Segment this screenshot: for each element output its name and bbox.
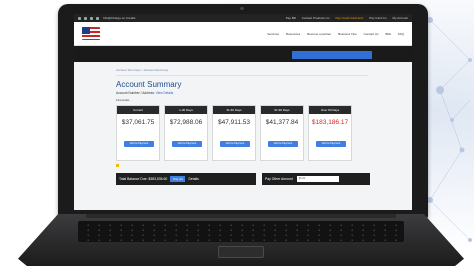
aging-card-61-90: 61-90 Days $41,377.84 Add to Payment [260, 105, 304, 161]
nav-item-resources[interactable]: Resources [286, 32, 300, 36]
nav-menu: Services Resources Become a partner Busi… [267, 32, 404, 36]
touchpad [218, 246, 264, 258]
total-balance-bar: Total Balance Due: $383,535.60 Pay All D… [116, 173, 256, 186]
nav-item-tips[interactable]: Business Tips [338, 32, 357, 36]
brand-logo[interactable] [82, 27, 100, 40]
account-details-link[interactable]: View Details [156, 91, 173, 95]
card-header: 31-60 Days [213, 106, 255, 114]
nav-item-bills[interactable]: Bills [385, 32, 391, 36]
topbar-links: Pay Bill Contact Products Co Pay Credit … [286, 16, 408, 20]
add-to-payment-button[interactable]: Add to Payment [316, 141, 346, 147]
card-header: 1-30 Days [165, 106, 207, 114]
account-line: Account Number / Address: View Details [116, 91, 402, 95]
card-header: 61-90 Days [261, 106, 303, 114]
add-to-payment-button[interactable]: Add to Payment [268, 141, 298, 147]
pay-other-label: Pay Other Amount [265, 177, 293, 182]
facebook-icon[interactable] [78, 16, 81, 20]
add-to-payment-button[interactable]: Add to Payment [172, 141, 202, 147]
topbar-link-pay-card[interactable]: Pay Credit Card Acct [335, 16, 363, 20]
pay-other-bar: Pay Other Amount $0.00 [262, 173, 370, 186]
card-header: Current [117, 106, 159, 114]
pay-all-button[interactable]: Pay All [170, 176, 186, 183]
pay-other-amount-input[interactable]: $0.00 [296, 176, 339, 183]
webcam [240, 7, 244, 10]
total-balance-label: Total Balance Due: $383,535.60 [119, 177, 168, 182]
nav-item-faq[interactable]: FAQ [398, 32, 404, 36]
nav-item-contact[interactable]: Contact Us [364, 32, 379, 36]
aging-card-31-60: 31-60 Days $47,911.53 Add to Payment [212, 105, 256, 161]
aging-card-over-90: Over 90 Days $183,186.17 Add to Payment [308, 105, 352, 161]
aging-card-1-30: 1-30 Days $72,988.06 Add to Payment [164, 105, 208, 161]
linkedin-icon[interactable] [90, 16, 93, 20]
add-to-payment-button[interactable]: Add to Payment [124, 141, 154, 147]
card-amount: $72,988.06 [169, 119, 203, 126]
aging-cards: Current $37,061.75 Add to Payment 1-30 D… [116, 105, 402, 161]
nav-item-services[interactable]: Services [267, 32, 279, 36]
topbar-link-account[interactable]: My Account [392, 16, 408, 20]
topbar-link-pay-co[interactable]: Pay Card Co [369, 16, 386, 20]
section-label: Financials [116, 98, 130, 102]
topbar-contact: Info@Charge.on Credits [103, 16, 136, 20]
payment-note [116, 164, 402, 167]
marketing-stage: Info@Charge.on Credits Pay Bill Contact … [0, 0, 474, 276]
card-header: Over 90 Days [309, 106, 351, 114]
hero-banner [74, 46, 412, 62]
main-content: Account Summary > Account Summary Accoun… [74, 62, 412, 210]
page-title: Account Summary [116, 80, 182, 89]
breadcrumb[interactable]: Account Summary > Account Summary [116, 68, 402, 72]
add-to-payment-button[interactable]: Add to Payment [220, 141, 250, 147]
keyboard [78, 221, 404, 242]
account-label: Account Number / Address: [116, 91, 155, 95]
laptop-hinge [86, 214, 396, 218]
card-amount: $37,061.75 [121, 119, 155, 126]
google-icon[interactable] [96, 16, 99, 20]
card-amount: $47,911.53 [217, 119, 251, 126]
topbar-link-contact[interactable]: Contact Products Co [302, 16, 330, 20]
warning-icon [116, 164, 119, 167]
nav-item-partner[interactable]: Become a partner [307, 32, 331, 36]
aging-card-current: Current $37,061.75 Add to Payment [116, 105, 160, 161]
laptop-lid: Info@Charge.on Credits Pay Bill Contact … [58, 4, 428, 218]
top-bar: Info@Charge.on Credits Pay Bill Contact … [74, 14, 412, 22]
laptop-screen: Info@Charge.on Credits Pay Bill Contact … [74, 14, 412, 210]
twitter-icon[interactable] [84, 16, 87, 20]
card-amount: $41,377.84 [265, 119, 299, 126]
topbar-link-pay-bill[interactable]: Pay Bill [286, 16, 296, 20]
hero-callout[interactable] [292, 51, 372, 59]
social-icons [78, 16, 99, 20]
main-nav: Services Resources Become a partner Busi… [74, 22, 412, 46]
card-amount: $183,186.17 [311, 119, 349, 126]
divider [116, 75, 368, 76]
total-details-link[interactable]: Details [188, 177, 198, 181]
payment-bar: Total Balance Due: $383,535.60 Pay All D… [116, 173, 402, 186]
